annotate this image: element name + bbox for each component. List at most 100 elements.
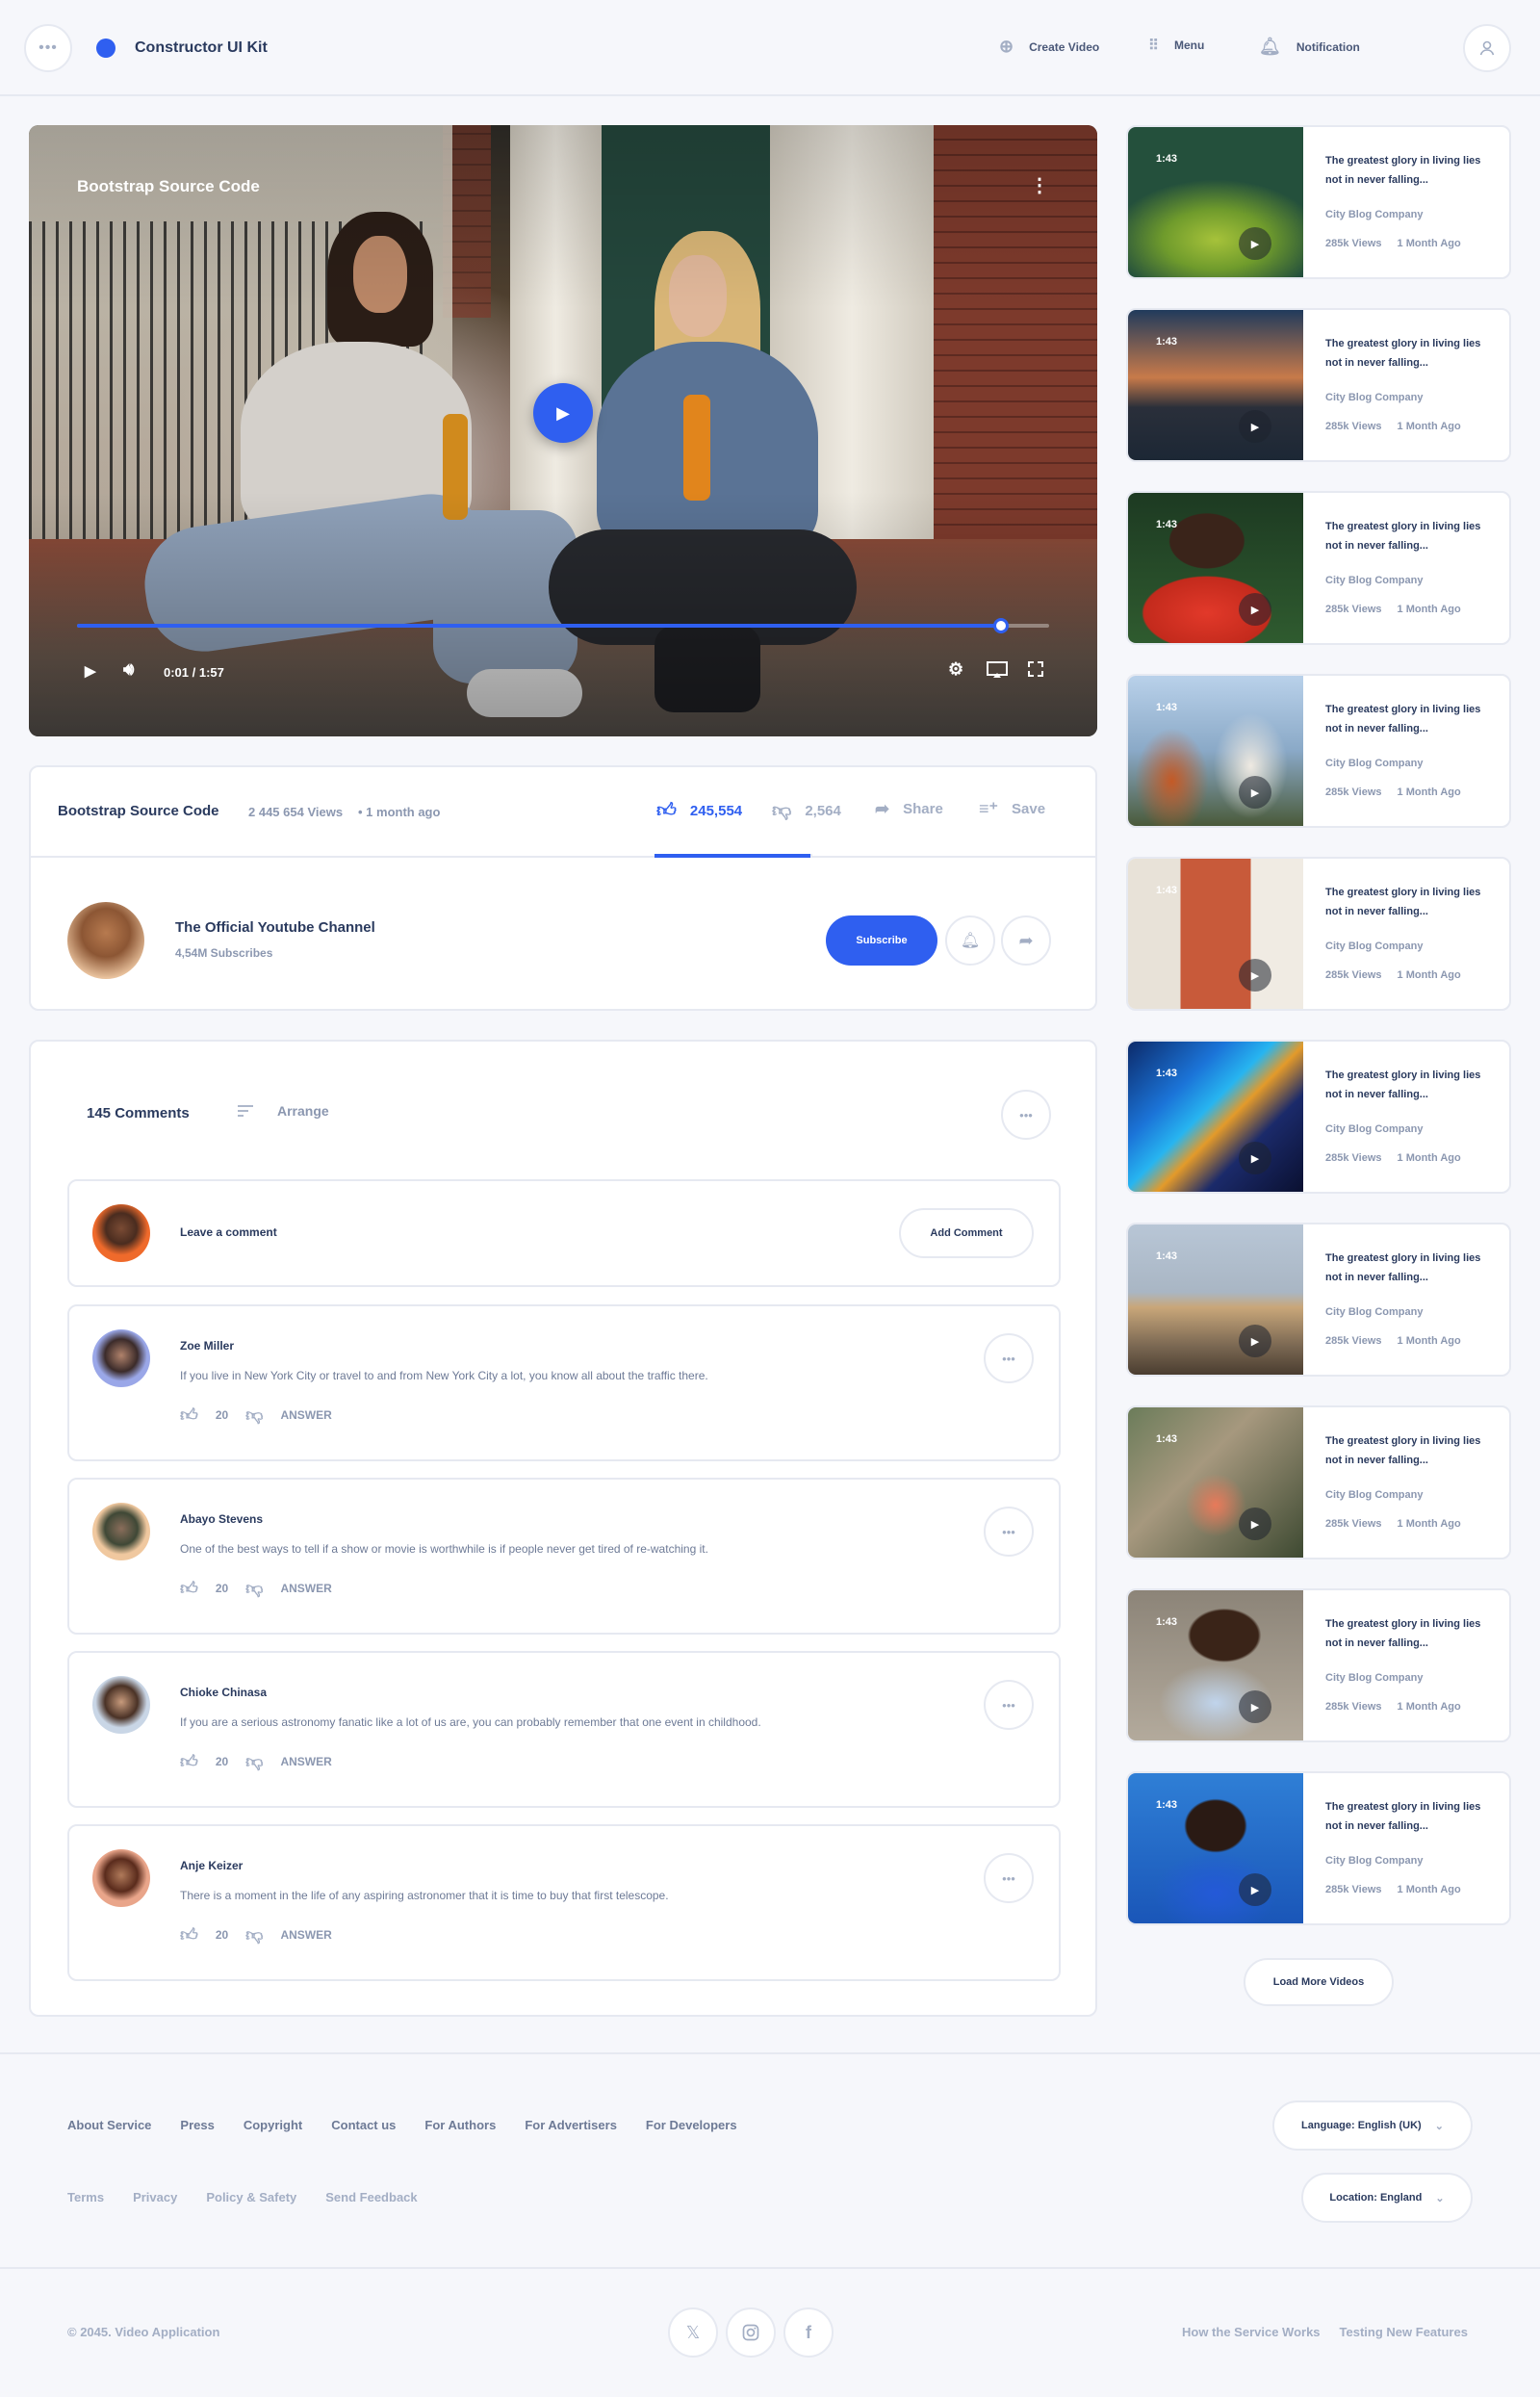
comment-more-button[interactable]: ••• — [984, 1507, 1034, 1557]
location-select[interactable]: Location: England ⌄ — [1301, 2173, 1473, 2223]
video-player[interactable]: Bootstrap Source Code ⋮ ▶ ▶ 🔊︎ 0:01 / 1:… — [29, 125, 1097, 736]
related-video-title[interactable]: The greatest glory in living lies not in… — [1325, 883, 1489, 921]
related-video-channel[interactable]: City Blog Company — [1325, 1123, 1423, 1135]
footer-link[interactable]: Testing New Features — [1340, 2325, 1468, 2339]
thumbs-down-icon[interactable]: 👎︎ — [245, 1751, 263, 1772]
x-link[interactable]: 𝕏 — [668, 2307, 718, 2358]
commenter-avatar[interactable] — [92, 1329, 150, 1387]
language-select[interactable]: Language: English (UK) ⌄ — [1272, 2101, 1473, 2151]
video-thumbnail[interactable] — [1128, 1407, 1303, 1558]
related-video-channel[interactable]: City Blog Company — [1325, 1306, 1423, 1318]
thumbs-down-icon[interactable]: 👎︎ — [245, 1578, 263, 1599]
dislike-button[interactable]: 👎︎ 2,564 — [772, 799, 841, 822]
menu-dots-button[interactable]: ••• — [24, 24, 72, 72]
play-button[interactable]: ▶ — [85, 662, 96, 680]
related-video-channel[interactable]: City Blog Company — [1325, 392, 1423, 403]
answer-button[interactable]: ANSWER — [280, 1928, 331, 1942]
thumbs-up-icon[interactable]: 👍︎ — [180, 1924, 198, 1946]
footer-link[interactable]: Contact us — [331, 2118, 396, 2132]
footer-link[interactable]: Press — [180, 2118, 214, 2132]
commenter-avatar[interactable] — [92, 1503, 150, 1560]
thumbnail-play-button[interactable]: ▶ — [1239, 410, 1271, 443]
thumbnail-play-button[interactable]: ▶ — [1239, 1142, 1271, 1174]
comments-more-button[interactable]: ••• — [1001, 1090, 1051, 1140]
related-video-title[interactable]: The greatest glory in living lies not in… — [1325, 1431, 1489, 1470]
progress-track[interactable] — [77, 618, 1049, 633]
video-thumbnail[interactable] — [1128, 1042, 1303, 1192]
video-thumbnail[interactable] — [1128, 1773, 1303, 1923]
footer-link[interactable]: Policy & Safety — [206, 2190, 296, 2204]
thumbnail-play-button[interactable]: ▶ — [1239, 1873, 1271, 1906]
related-video-card[interactable]: 1:43 ▶ The greatest glory in living lies… — [1126, 1405, 1511, 1559]
related-video-channel[interactable]: City Blog Company — [1325, 575, 1423, 586]
thumbs-down-icon[interactable]: 👎︎ — [245, 1924, 263, 1946]
menu-link[interactable]: ⠿ Menu — [1148, 37, 1204, 54]
related-video-card[interactable]: 1:43 ▶ The greatest glory in living lies… — [1126, 1040, 1511, 1194]
related-video-channel[interactable]: City Blog Company — [1325, 209, 1423, 220]
player-more-button[interactable]: ⋮ — [1030, 173, 1049, 197]
video-thumbnail[interactable] — [1128, 493, 1303, 643]
commenter-name[interactable]: Anje Keizer — [180, 1859, 243, 1872]
related-video-card[interactable]: 1:43 ▶ The greatest glory in living lies… — [1126, 491, 1511, 645]
related-video-channel[interactable]: City Blog Company — [1325, 758, 1423, 769]
related-video-card[interactable]: 1:43 ▶ The greatest glory in living lies… — [1126, 1588, 1511, 1742]
video-thumbnail[interactable] — [1128, 127, 1303, 277]
related-video-title[interactable]: The greatest glory in living lies not in… — [1325, 334, 1489, 373]
related-video-card[interactable]: 1:43 ▶ The greatest glory in living lies… — [1126, 308, 1511, 462]
thumbnail-play-button[interactable]: ▶ — [1239, 1508, 1271, 1540]
footer-link[interactable]: For Authors — [424, 2118, 496, 2132]
related-video-title[interactable]: The greatest glory in living lies not in… — [1325, 1797, 1489, 1836]
thumbs-up-icon[interactable]: 👍︎ — [180, 1578, 198, 1599]
notification-link[interactable]: 🔔︎ Notification — [1259, 37, 1360, 57]
commenter-avatar[interactable] — [92, 1676, 150, 1734]
video-thumbnail[interactable] — [1128, 859, 1303, 1009]
fullscreen-button[interactable] — [1027, 660, 1044, 683]
facebook-link[interactable]: f — [783, 2307, 834, 2358]
thumbnail-play-button[interactable]: ▶ — [1239, 776, 1271, 809]
video-thumbnail[interactable] — [1128, 1224, 1303, 1375]
load-more-button[interactable]: Load More Videos — [1244, 1958, 1394, 2006]
video-thumbnail[interactable] — [1128, 676, 1303, 826]
related-video-title[interactable]: The greatest glory in living lies not in… — [1325, 1249, 1489, 1287]
related-video-title[interactable]: The greatest glory in living lies not in… — [1325, 151, 1489, 190]
thumbs-up-icon[interactable]: 👍︎ — [180, 1751, 198, 1772]
subscribe-button[interactable]: Subscribe — [826, 915, 937, 966]
footer-link[interactable]: Send Feedback — [325, 2190, 417, 2204]
channel-name[interactable]: The Official Youtube Channel — [175, 919, 375, 936]
thumbs-up-icon[interactable]: 👍︎ — [180, 1405, 198, 1426]
settings-button[interactable]: ⚙ — [948, 659, 963, 680]
comment-more-button[interactable]: ••• — [984, 1853, 1034, 1903]
answer-button[interactable]: ANSWER — [280, 1582, 331, 1595]
commenter-name[interactable]: Zoe Miller — [180, 1339, 234, 1353]
profile-button[interactable] — [1463, 24, 1511, 72]
arrange-button[interactable]: Arrange — [237, 1103, 329, 1119]
footer-link[interactable]: Privacy — [133, 2190, 177, 2204]
footer-link[interactable]: Terms — [67, 2190, 104, 2204]
video-thumbnail[interactable] — [1128, 310, 1303, 460]
leave-comment-input[interactable]: Leave a comment — [180, 1225, 277, 1239]
commenter-name[interactable]: Chioke Chinasa — [180, 1686, 267, 1699]
related-video-title[interactable]: The greatest glory in living lies not in… — [1325, 1066, 1489, 1104]
channel-avatar[interactable] — [67, 902, 144, 979]
comment-more-button[interactable]: ••• — [984, 1680, 1034, 1730]
save-button[interactable]: ≡⁺ Save — [979, 799, 1045, 819]
related-video-channel[interactable]: City Blog Company — [1325, 1489, 1423, 1501]
thumbs-down-icon[interactable]: 👎︎ — [245, 1405, 263, 1426]
progress-handle[interactable] — [992, 618, 1009, 633]
commenter-avatar[interactable] — [92, 1849, 150, 1907]
comment-more-button[interactable]: ••• — [984, 1333, 1034, 1383]
related-video-channel[interactable]: City Blog Company — [1325, 1672, 1423, 1684]
related-video-title[interactable]: The greatest glory in living lies not in… — [1325, 517, 1489, 555]
thumbnail-play-button[interactable]: ▶ — [1239, 593, 1271, 626]
cast-button[interactable] — [987, 661, 1008, 683]
footer-link[interactable]: For Developers — [646, 2118, 737, 2132]
add-comment-button[interactable]: Add Comment — [899, 1208, 1034, 1258]
answer-button[interactable]: ANSWER — [280, 1755, 331, 1768]
related-video-title[interactable]: The greatest glory in living lies not in… — [1325, 1614, 1489, 1653]
like-button[interactable]: 👍︎ 245,554 — [656, 799, 742, 822]
related-video-channel[interactable]: City Blog Company — [1325, 941, 1423, 952]
footer-link[interactable]: About Service — [67, 2118, 151, 2132]
volume-button[interactable]: 🔊︎ — [123, 659, 134, 680]
answer-button[interactable]: ANSWER — [280, 1408, 331, 1422]
instagram-link[interactable] — [726, 2307, 776, 2358]
